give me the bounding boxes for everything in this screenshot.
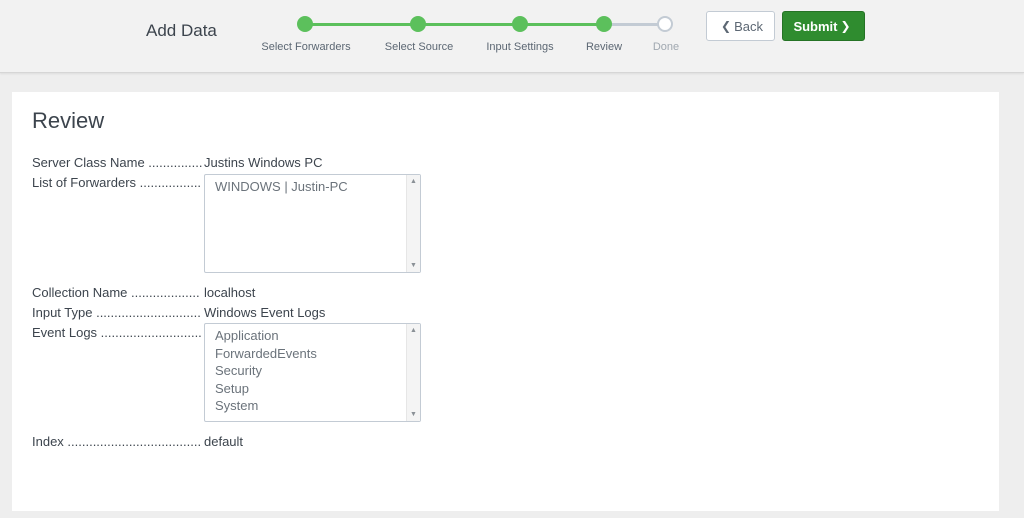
scroll-down-icon[interactable]: ▼ <box>407 262 420 269</box>
server-class-name-label: Server Class Name ............... <box>32 155 202 170</box>
step-dot-select-source <box>410 16 426 32</box>
step-connector-pending <box>603 23 665 26</box>
index-label: Index ..................................… <box>32 434 202 449</box>
step-label-select-source: Select Source <box>384 41 454 53</box>
review-title: Review <box>32 108 105 133</box>
event-log-item[interactable]: Setup <box>215 380 420 398</box>
list-of-forwarders-label: List of Forwarders ................. <box>32 175 202 190</box>
event-log-item[interactable]: System <box>215 397 420 415</box>
collection-name-value: localhost <box>204 285 256 300</box>
submit-button-label: Submit <box>793 18 838 34</box>
input-type-value: Windows Event Logs <box>204 305 326 320</box>
step-dot-input-settings <box>512 16 528 32</box>
progress-steps: Select Forwarders Select Source Input Se… <box>0 0 1024 72</box>
event-logs-scrollbar[interactable]: ▲ ▼ <box>406 324 420 421</box>
step-dot-review <box>596 16 612 32</box>
event-logs-listbox[interactable]: Application ForwardedEvents Security Set… <box>204 323 421 422</box>
forwarder-item[interactable]: WINDOWS | Justin-PC <box>215 178 420 196</box>
scroll-up-icon[interactable]: ▲ <box>407 327 420 334</box>
event-log-item[interactable]: ForwardedEvents <box>215 345 420 363</box>
back-button-label: Back <box>734 18 763 34</box>
header-bar: Add Data Select Forwarders Select Source… <box>0 0 1024 73</box>
scroll-down-icon[interactable]: ▼ <box>407 411 420 418</box>
event-log-item[interactable]: Application <box>215 327 420 345</box>
submit-button[interactable]: Submit ❯ <box>782 11 865 41</box>
server-class-name-value: Justins Windows PC <box>204 155 323 170</box>
step-label-select-forwarders: Select Forwarders <box>261 41 351 53</box>
review-panel: Review Server Class Name ...............… <box>12 92 999 511</box>
step-dot-select-forwarders <box>297 16 313 32</box>
chevron-left-icon: ❮ <box>721 19 732 33</box>
step-label-review: Review <box>585 41 623 53</box>
index-value: default <box>204 434 244 449</box>
back-button[interactable]: ❮ Back <box>706 11 775 41</box>
scroll-up-icon[interactable]: ▲ <box>407 178 420 185</box>
forwarders-listbox[interactable]: WINDOWS | Justin-PC ▲ ▼ <box>204 174 421 273</box>
step-connector <box>305 23 603 26</box>
step-dot-done <box>657 16 673 32</box>
input-type-label: Input Type .............................… <box>32 305 202 320</box>
event-logs-label: Event Logs .............................… <box>32 325 202 340</box>
event-log-item[interactable]: Security <box>215 362 420 380</box>
collection-name-label: Collection Name ................... <box>32 285 200 300</box>
step-label-input-settings: Input Settings <box>486 41 554 53</box>
step-label-done: Done <box>652 41 680 53</box>
forwarders-scrollbar[interactable]: ▲ ▼ <box>406 175 420 272</box>
chevron-right-icon: ❯ <box>840 19 851 33</box>
